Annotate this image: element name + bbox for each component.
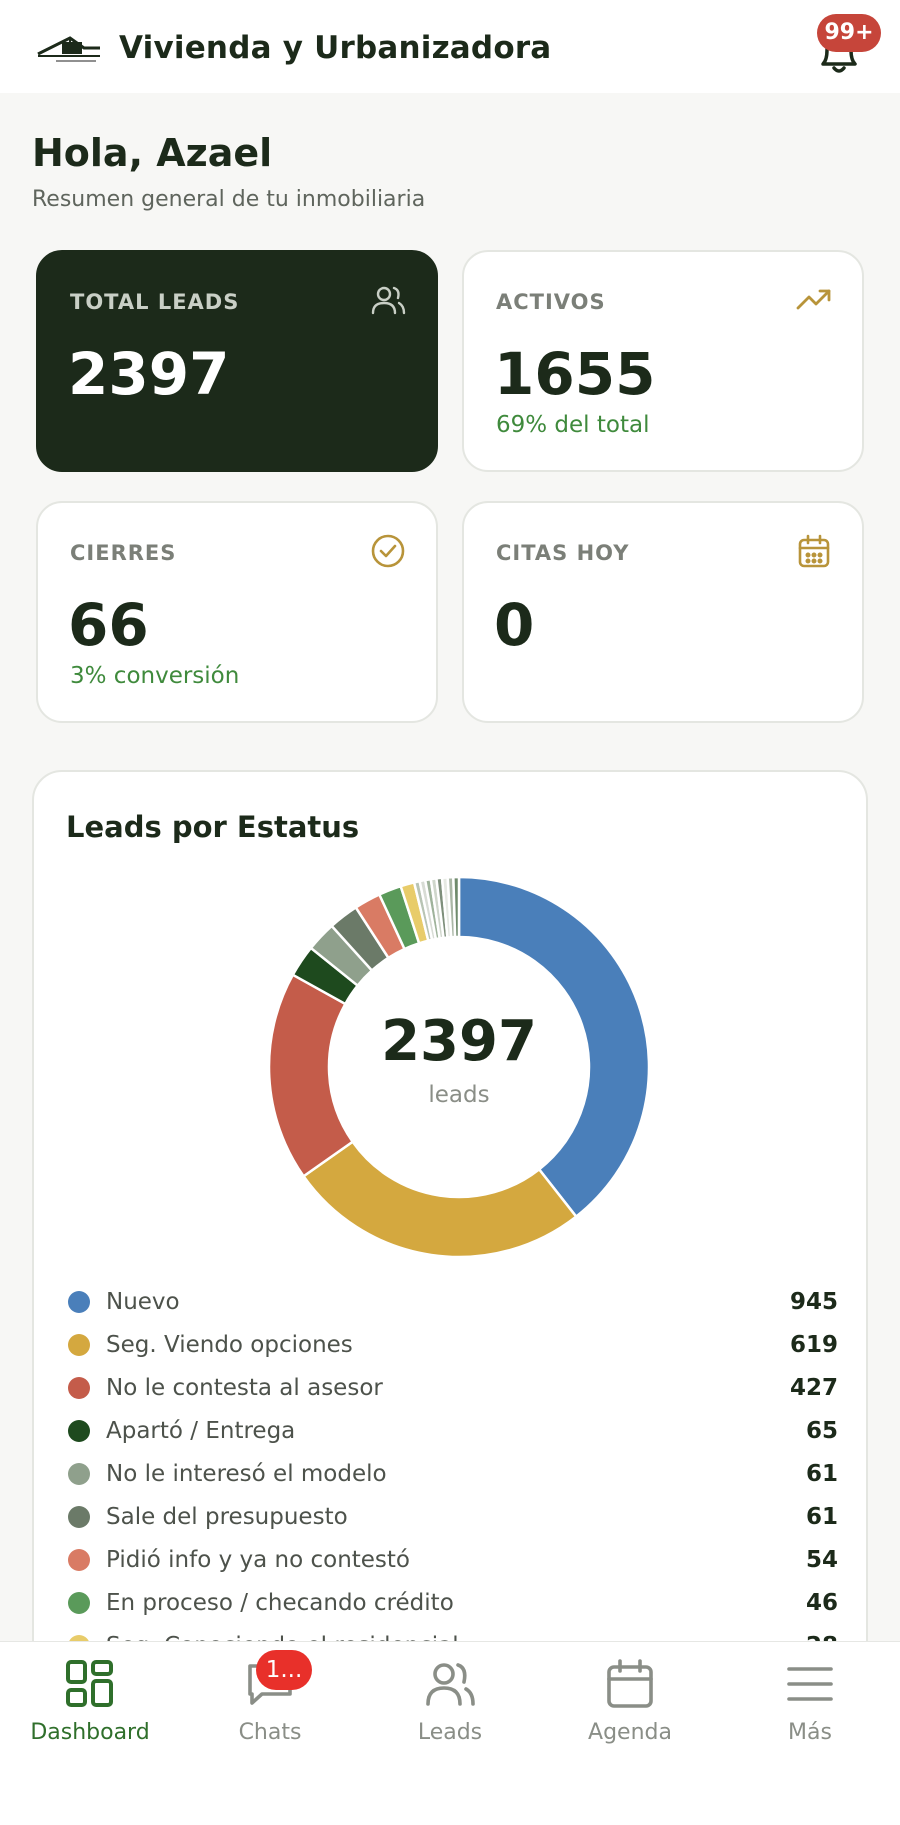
- app-header: Vivienda y Urbanizadora 99+: [0, 0, 900, 93]
- grid-icon: [66, 1660, 113, 1707]
- donut-center-value: 2397: [381, 1009, 537, 1074]
- legend-item: Nuevo 945: [66, 1280, 838, 1323]
- legend-value: 427: [789, 1374, 838, 1401]
- legend-label: No le interesó el modelo: [106, 1460, 387, 1487]
- legend-value: 65: [805, 1417, 838, 1444]
- stat-card-cierres[interactable]: CIERRES 66 3% conversión: [36, 501, 438, 723]
- stat-value: 1655: [494, 340, 656, 408]
- legend-value: 46: [805, 1589, 838, 1616]
- donut-slice-minor[interactable]: [452, 875, 461, 939]
- dashboard-content: Hola, Azael Resumen general de tu inmobi…: [0, 93, 900, 1641]
- bottom-navigation: Dashboard Chats 1... Leads Agenda Más: [0, 1641, 900, 1825]
- notification-badge: 99+: [817, 14, 881, 52]
- legend-color-dot: [68, 1505, 90, 1528]
- check-circle-icon: [371, 534, 405, 568]
- legend-item: Pidió info y ya no contestó 54: [66, 1538, 838, 1581]
- legend-label: Seg. Conociendo el residencial: [106, 1633, 806, 1642]
- legend-color-dot: [68, 1333, 90, 1356]
- legend-item: En proceso / checando crédito 46: [66, 1581, 838, 1624]
- donut-slice[interactable]: [267, 973, 355, 1179]
- legend-item: Sale del presupuesto 61: [66, 1495, 838, 1538]
- legend-value: 54: [805, 1546, 838, 1573]
- legend-value: 28: [806, 1633, 838, 1642]
- nav-dashboard[interactable]: Dashboard: [0, 1642, 180, 1762]
- greeting-subtitle: Resumen general de tu inmobiliaria: [32, 187, 426, 212]
- legend-label: No le contesta al asesor: [106, 1374, 383, 1401]
- greeting-title: Hola, Azael: [32, 131, 273, 175]
- legend-label: Seg. Viendo opciones: [106, 1331, 353, 1358]
- stat-value: 66: [68, 591, 149, 659]
- stat-card-citas-hoy[interactable]: CITAS HOY 0: [462, 501, 864, 723]
- nav-mas[interactable]: Más: [720, 1642, 900, 1762]
- legend-item: No le contesta al asesor 427: [66, 1366, 838, 1409]
- legend-color-dot: [68, 1591, 90, 1614]
- stat-subtext: 3% conversión: [70, 663, 240, 689]
- legend-value: 61: [805, 1503, 838, 1530]
- users-icon: [426, 1663, 475, 1706]
- nav-label: Más: [788, 1720, 832, 1745]
- legend-item: Apartó / Entrega 65: [66, 1409, 838, 1452]
- nav-label: Dashboard: [30, 1720, 150, 1745]
- chart-legend: Nuevo 945 Seg. Viendo opciones 619 No le con…: [66, 1280, 838, 1641]
- legend-item: Seg. Conociendo el residencial28: [66, 1624, 838, 1641]
- legend-color-dot: [68, 1462, 90, 1485]
- chats-badge: 1...: [256, 1650, 312, 1690]
- nav-label: Leads: [417, 1720, 483, 1745]
- legend-label: En proceso / checando crédito: [106, 1589, 454, 1616]
- nav-label: Agenda: [588, 1720, 672, 1745]
- legend-color-dot: [68, 1419, 90, 1442]
- stat-label: TOTAL LEADS: [70, 290, 240, 314]
- legend-label: Apartó / Entrega: [106, 1417, 296, 1444]
- legend-color-dot: [68, 1290, 90, 1313]
- stat-card-activos[interactable]: ACTIVOS 1655 69% del total: [462, 250, 864, 472]
- legend-label: Nuevo: [106, 1288, 180, 1315]
- app-title: Vivienda y Urbanizadora: [119, 30, 552, 66]
- legend-item: Seg. Viendo opciones 619: [66, 1323, 838, 1366]
- nav-leads[interactable]: Leads: [360, 1642, 540, 1762]
- nav-label: Chats: [238, 1720, 302, 1745]
- donut-center-label: leads: [428, 1082, 489, 1108]
- legend-label: Sale del presupuesto: [106, 1503, 348, 1530]
- legend-item: No le interesó el modelo 61: [66, 1452, 838, 1495]
- legend-value: 61: [805, 1460, 838, 1487]
- legend-label: Pidió info y ya no contestó: [106, 1546, 411, 1573]
- stat-label: CIERRES: [70, 541, 177, 565]
- legend-value: 945: [789, 1288, 838, 1315]
- donut-chart: 2397 leads: [267, 875, 651, 1259]
- nav-agenda[interactable]: Agenda: [540, 1642, 720, 1762]
- menu-icon: [787, 1667, 833, 1701]
- leads-status-card: Leads por Estatus 2397 leads Nuevo 945 Seg…: [32, 770, 868, 1641]
- chart-title: Leads por Estatus: [66, 810, 360, 844]
- donut-slice[interactable]: [301, 1140, 578, 1259]
- calendar-icon: [607, 1659, 653, 1708]
- legend-value: 619: [789, 1331, 838, 1358]
- calendar-icon: [798, 534, 830, 568]
- legend-color-dot: [68, 1376, 90, 1399]
- stat-value: 0: [494, 591, 535, 659]
- trending-up-icon: [796, 289, 831, 310]
- users-icon: [371, 286, 406, 315]
- company-logo: [37, 36, 100, 62]
- stat-label: CITAS HOY: [496, 541, 630, 565]
- stat-card-total-leads[interactable]: TOTAL LEADS 2397: [36, 250, 438, 472]
- stat-subtext: 69% del total: [496, 412, 650, 438]
- legend-color-dot: [68, 1548, 90, 1571]
- stat-label: ACTIVOS: [496, 290, 606, 314]
- stat-value: 2397: [68, 340, 230, 408]
